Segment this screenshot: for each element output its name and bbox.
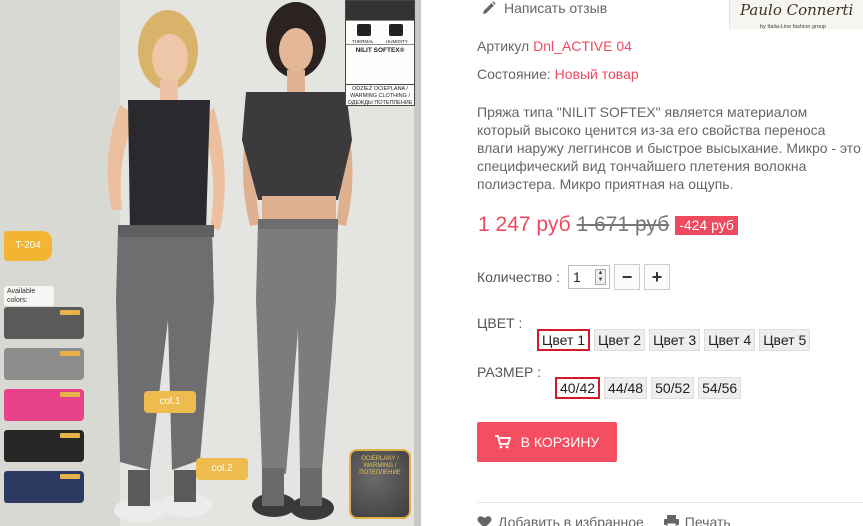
printer-icon [664,515,679,526]
size-option-50-52[interactable]: 50/52 [651,377,694,399]
condition-value: Новый товар [555,66,639,82]
sku-row: Артикул Dnl_ACTIVE 04 [477,38,632,54]
col2-tag: col.2 [196,458,248,480]
pencil-icon [482,1,496,15]
size-label: РАЗМЕР : [477,364,541,380]
heart-icon [477,515,492,526]
quantity-minus-button[interactable]: − [614,264,640,290]
write-review-label: Написать отзыв [504,0,607,16]
quantity-label: Количество : [477,269,560,285]
color-option-2[interactable]: Цвет 2 [594,329,645,351]
color-option-1[interactable]: Цвет 1 [537,329,590,351]
swatch-color-4 [4,430,84,462]
size-option-44-48[interactable]: 44/48 [604,377,647,399]
brand-logo: Paulo Connerti by Italia-Line fashion gr… [729,0,863,29]
thermal-icon [357,24,371,36]
color-option-4[interactable]: Цвет 4 [704,329,755,351]
product-description: Пряжа типа "NILIT SOFTEX" является матер… [477,103,863,193]
color-label: ЦВЕТ : [477,315,522,331]
condition-label: Состояние: [477,66,551,82]
thermal-label: THERMAL [352,39,374,44]
swatch-color-2 [4,348,84,380]
quantity-plus-button[interactable]: + [644,264,670,290]
available-colors-label: Available colors: [4,286,54,306]
nilit-label: NILIT SOFTEX® [346,44,414,56]
add-to-cart-label: В КОРЗИНУ [521,434,600,450]
col1-tag: col.1 [144,391,196,413]
model-tag: T-204 [4,231,52,261]
swatch-color-5 [4,471,84,503]
sku-label: Артикул [477,38,529,54]
size-option-54-56[interactable]: 54/56 [698,377,741,399]
humidity-label: HUMIDITY [386,39,408,44]
print-link[interactable]: Печать [664,514,731,526]
condition-row: Состояние: Новый товар [477,66,639,82]
divider [477,502,863,503]
quantity-spinner[interactable]: ▲▼ [595,269,606,285]
cart-icon [495,435,511,449]
color-option-3[interactable]: Цвет 3 [649,329,700,351]
image-border [414,0,421,526]
humidity-icon [389,24,403,36]
price-row: 1 247 руб 1 671 руб -424 руб [478,213,738,237]
quantity-input[interactable]: 1 ▲▼ [568,265,610,289]
quantity-value: 1 [573,269,581,285]
size-option-40-42[interactable]: 40/42 [555,377,600,399]
wishlist-link[interactable]: Добавить в избранное [477,514,644,526]
sku-value: Dnl_ACTIVE 04 [533,38,632,54]
swatch-color-3 [4,389,84,421]
discount-badge: -424 руб [675,216,738,235]
wishlist-label: Добавить в избранное [498,514,644,526]
price-current: 1 247 руб [478,213,571,237]
color-options: Цвет 1 Цвет 2 Цвет 3 Цвет 4 Цвет 5 [537,329,810,351]
write-review-link[interactable]: Написать отзыв [482,0,607,16]
color-option-5[interactable]: Цвет 5 [759,329,810,351]
print-label: Печать [685,514,731,526]
bottom-links: Добавить в избранное Печать [477,514,731,526]
quantity-row: Количество : 1 ▲▼ − + [477,264,670,290]
price-old: 1 671 руб [577,213,670,237]
swatch-color-1 [4,307,84,339]
fabric-sample: OCIEPLANY / WARMING / ПОТЕПЛЕНИЕ [349,449,411,519]
warming-label: ODZIEŻ OCIEPLANA / WARMING CLOTHING / ОД… [345,84,415,106]
size-options: 40/42 44/48 50/52 54/56 [555,377,741,399]
brand-sub: by Italia-Line fashion group [760,17,826,37]
add-to-cart-button[interactable]: В КОРЗИНУ [477,422,617,462]
product-image[interactable]: T-204 Available colors: col.1 col.2 THER… [0,0,421,526]
